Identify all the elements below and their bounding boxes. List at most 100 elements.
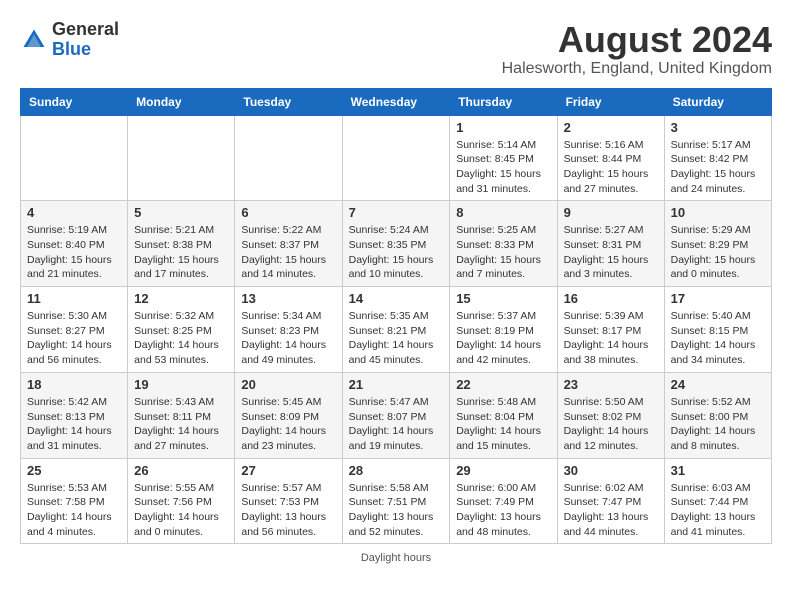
calendar-cell: 18 Sunrise: 5:42 AMSunset: 8:13 PMDayligh…: [21, 372, 128, 458]
day-info: Sunrise: 5:29 AMSunset: 8:29 PMDaylight:…: [671, 223, 765, 282]
day-info: Sunrise: 6:03 AMSunset: 7:44 PMDaylight:…: [671, 481, 765, 540]
calendar-cell: 1 Sunrise: 5:14 AMSunset: 8:45 PMDaylight…: [450, 115, 557, 201]
day-number: 3: [671, 120, 765, 135]
calendar-cell: 30Sunrise: 6:02 AMSunset: 7:47 PMDayligh…: [557, 458, 664, 544]
day-info: Sunrise: 5:34 AMSunset: 8:23 PMDaylight:…: [241, 309, 335, 368]
day-info: Sunrise: 5:22 AMSunset: 8:37 PMDaylight:…: [241, 223, 335, 282]
calendar-cell: [21, 115, 128, 201]
calendar-cell: 3Sunrise: 5:17 AMSunset: 8:42 PMDaylight…: [664, 115, 771, 201]
calendar-cell: 24 Sunrise: 5:52 AMSunset: 8:00 PMDayligh…: [664, 372, 771, 458]
calendar-day-header: Friday: [557, 88, 664, 115]
day-number: 1: [456, 120, 550, 135]
calendar-cell: 22Sunrise: 5:48 AMSunset: 8:04 PMDayligh…: [450, 372, 557, 458]
day-info: Sunrise: 5:52 AMSunset: 8:00 PMDaylight:…: [671, 395, 765, 454]
calendar-cell: 4 Sunrise: 5:19 AMSunset: 8:40 PMDaylight…: [21, 201, 128, 287]
day-info: Sunrise: 5:47 AMSunset: 8:07 PMDaylight:…: [349, 395, 444, 454]
calendar-day-header: Wednesday: [342, 88, 450, 115]
calendar-cell: 12 Sunrise: 5:32 AMSunset: 8:25 PMDayligh…: [128, 287, 235, 373]
day-info: Sunrise: 5:14 AMSunset: 8:45 PMDaylight:…: [456, 138, 550, 197]
calendar-cell: 9 Sunrise: 5:27 AMSunset: 8:31 PMDaylight…: [557, 201, 664, 287]
day-number: 18: [27, 377, 121, 392]
calendar-cell: 16Sunrise: 5:39 AMSunset: 8:17 PMDayligh…: [557, 287, 664, 373]
calendar-week-row: 1 Sunrise: 5:14 AMSunset: 8:45 PMDaylight…: [21, 115, 772, 201]
day-number: 7: [349, 205, 444, 220]
day-number: 29: [456, 463, 550, 478]
day-info: Sunrise: 6:00 AMSunset: 7:49 PMDaylight:…: [456, 481, 550, 540]
calendar-cell: 7 Sunrise: 5:24 AMSunset: 8:35 PMDaylight…: [342, 201, 450, 287]
day-info: Sunrise: 5:24 AMSunset: 8:35 PMDaylight:…: [349, 223, 444, 282]
day-info: Sunrise: 5:19 AMSunset: 8:40 PMDaylight:…: [27, 223, 121, 282]
day-number: 20: [241, 377, 335, 392]
day-number: 19: [134, 377, 228, 392]
day-info: Sunrise: 5:25 AMSunset: 8:33 PMDaylight:…: [456, 223, 550, 282]
day-number: 24: [671, 377, 765, 392]
calendar-week-row: 4 Sunrise: 5:19 AMSunset: 8:40 PMDaylight…: [21, 201, 772, 287]
calendar-cell: 11Sunrise: 5:30 AMSunset: 8:27 PMDayligh…: [21, 287, 128, 373]
day-info: Sunrise: 5:32 AMSunset: 8:25 PMDaylight:…: [134, 309, 228, 368]
day-number: 8: [456, 205, 550, 220]
footer-text: Daylight hours: [361, 552, 431, 564]
day-info: Sunrise: 6:02 AMSunset: 7:47 PMDaylight:…: [564, 481, 658, 540]
day-info: Sunrise: 5:30 AMSunset: 8:27 PMDaylight:…: [27, 309, 121, 368]
calendar-cell: 25 Sunrise: 5:53 AMSunset: 7:58 PMDayligh…: [21, 458, 128, 544]
day-number: 4: [27, 205, 121, 220]
calendar-cell: 23Sunrise: 5:50 AMSunset: 8:02 PMDayligh…: [557, 372, 664, 458]
location: Halesworth, England, United Kingdom: [502, 60, 772, 78]
day-number: 26: [134, 463, 228, 478]
day-info: Sunrise: 5:58 AMSunset: 7:51 PMDaylight:…: [349, 481, 444, 540]
calendar-cell: 14Sunrise: 5:35 AMSunset: 8:21 PMDayligh…: [342, 287, 450, 373]
calendar-cell: 5 Sunrise: 5:21 AMSunset: 8:38 PMDaylight…: [128, 201, 235, 287]
calendar-cell: 29 Sunrise: 6:00 AMSunset: 7:49 PMDayligh…: [450, 458, 557, 544]
calendar-cell: 27 Sunrise: 5:57 AMSunset: 7:53 PMDayligh…: [235, 458, 342, 544]
day-number: 12: [134, 291, 228, 306]
logo-text: General Blue: [52, 20, 119, 60]
day-number: 23: [564, 377, 658, 392]
day-info: Sunrise: 5:53 AMSunset: 7:58 PMDaylight:…: [27, 481, 121, 540]
logo: General Blue: [20, 20, 119, 60]
calendar-cell: 19Sunrise: 5:43 AMSunset: 8:11 PMDayligh…: [128, 372, 235, 458]
calendar-cell: 21Sunrise: 5:47 AMSunset: 8:07 PMDayligh…: [342, 372, 450, 458]
calendar-cell: 13 Sunrise: 5:34 AMSunset: 8:23 PMDayligh…: [235, 287, 342, 373]
calendar-cell: [128, 115, 235, 201]
day-number: 28: [349, 463, 444, 478]
title-section: August 2024 Halesworth, England, United …: [502, 20, 772, 78]
day-info: Sunrise: 5:16 AMSunset: 8:44 PMDaylight:…: [564, 138, 658, 197]
day-number: 17: [671, 291, 765, 306]
calendar-cell: 15Sunrise: 5:37 AMSunset: 8:19 PMDayligh…: [450, 287, 557, 373]
footer-note: Daylight hours: [20, 552, 772, 564]
day-info: Sunrise: 5:21 AMSunset: 8:38 PMDaylight:…: [134, 223, 228, 282]
day-info: Sunrise: 5:39 AMSunset: 8:17 PMDaylight:…: [564, 309, 658, 368]
calendar-cell: 20 Sunrise: 5:45 AMSunset: 8:09 PMDayligh…: [235, 372, 342, 458]
calendar-table: SundayMondayTuesdayWednesdayThursdayFrid…: [20, 88, 772, 545]
day-number: 9: [564, 205, 658, 220]
day-info: Sunrise: 5:27 AMSunset: 8:31 PMDaylight:…: [564, 223, 658, 282]
day-info: Sunrise: 5:57 AMSunset: 7:53 PMDaylight:…: [241, 481, 335, 540]
calendar-cell: 31 Sunrise: 6:03 AMSunset: 7:44 PMDayligh…: [664, 458, 771, 544]
day-number: 31: [671, 463, 765, 478]
calendar-cell: [235, 115, 342, 201]
day-number: 15: [456, 291, 550, 306]
calendar-cell: 6Sunrise: 5:22 AMSunset: 8:37 PMDaylight…: [235, 201, 342, 287]
calendar-cell: 2Sunrise: 5:16 AMSunset: 8:44 PMDaylight…: [557, 115, 664, 201]
day-number: 13: [241, 291, 335, 306]
day-info: Sunrise: 5:42 AMSunset: 8:13 PMDaylight:…: [27, 395, 121, 454]
calendar-week-row: 18 Sunrise: 5:42 AMSunset: 8:13 PMDayligh…: [21, 372, 772, 458]
day-number: 25: [27, 463, 121, 478]
calendar-week-row: 25 Sunrise: 5:53 AMSunset: 7:58 PMDayligh…: [21, 458, 772, 544]
day-number: 22: [456, 377, 550, 392]
day-number: 10: [671, 205, 765, 220]
day-info: Sunrise: 5:35 AMSunset: 8:21 PMDaylight:…: [349, 309, 444, 368]
calendar-cell: 26Sunrise: 5:55 AMSunset: 7:56 PMDayligh…: [128, 458, 235, 544]
logo-blue: Blue: [52, 39, 91, 59]
calendar-header-row: SundayMondayTuesdayWednesdayThursdayFrid…: [21, 88, 772, 115]
calendar-cell: 17Sunrise: 5:40 AMSunset: 8:15 PMDayligh…: [664, 287, 771, 373]
logo-icon: [20, 26, 48, 54]
calendar-day-header: Tuesday: [235, 88, 342, 115]
day-info: Sunrise: 5:45 AMSunset: 8:09 PMDaylight:…: [241, 395, 335, 454]
calendar-cell: 8 Sunrise: 5:25 AMSunset: 8:33 PMDaylight…: [450, 201, 557, 287]
day-number: 5: [134, 205, 228, 220]
page-header: General Blue August 2024 Halesworth, Eng…: [20, 20, 772, 78]
calendar-day-header: Sunday: [21, 88, 128, 115]
calendar-day-header: Saturday: [664, 88, 771, 115]
day-number: 27: [241, 463, 335, 478]
